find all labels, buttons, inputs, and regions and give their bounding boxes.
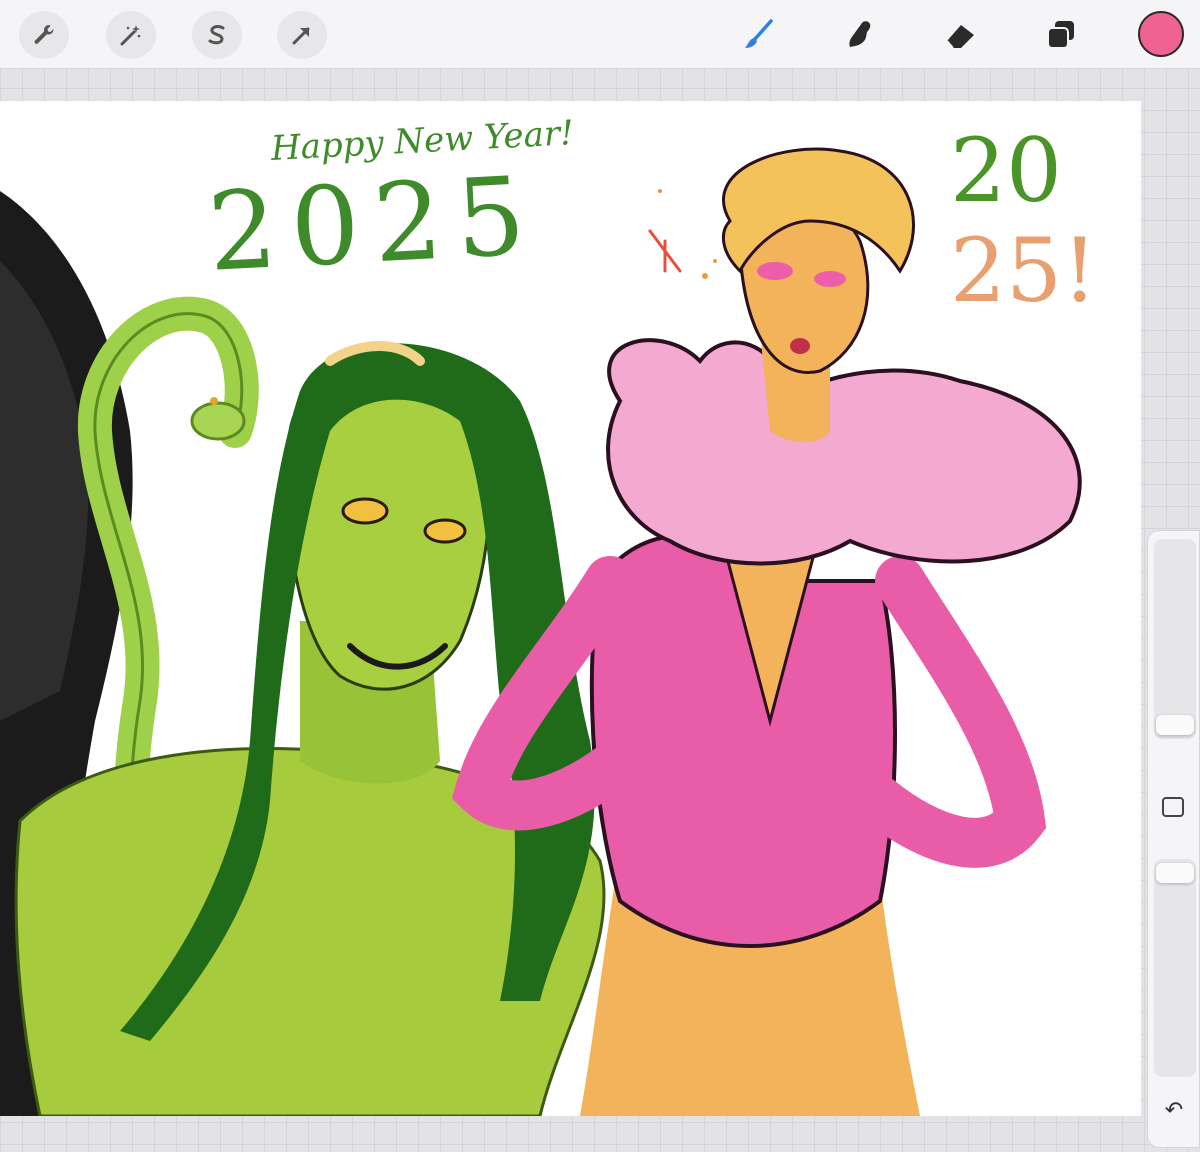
smudge-tool-button[interactable] [837,12,883,58]
selection-s-icon [208,25,225,45]
undo-arrow-icon[interactable]: ↶ [1158,1097,1190,1123]
year-split-top: 20 [950,119,1062,222]
eraser-tool-button[interactable] [938,12,984,58]
drawing-canvas[interactable]: Happy New Year! 2025 20 25! [0,101,1141,1116]
adjustments-button[interactable] [106,11,156,59]
layers-tool-button[interactable] [1038,12,1084,58]
color-swatch-button[interactable] [1138,11,1184,57]
transform-button[interactable] [277,11,327,59]
brush-size-slider[interactable] [1154,539,1196,739]
selection-button[interactable] [192,11,242,59]
pink-fur-collar [606,338,1082,566]
opacity-slider[interactable] [1154,859,1196,1077]
magic-wand-icon [120,25,141,46]
smudge-finger-icon [849,21,871,47]
snake-head [190,401,246,441]
eraser-icon [946,25,974,49]
brush-tool-button[interactable] [736,12,782,58]
actions-button[interactable] [19,11,69,59]
square-modify-icon[interactable] [1162,797,1184,817]
year-split-bottom: 25! [950,219,1098,322]
opacity-thumb[interactable] [1156,863,1194,883]
top-toolbar [0,0,1200,69]
layers-icon [1047,21,1074,49]
brush-size-thumb[interactable] [1156,715,1194,735]
year-text: 2025 [205,153,542,296]
side-slider-panel: ↶ [1147,530,1200,1148]
wrench-icon [34,25,54,44]
brush-icon [745,19,773,48]
arrow-cursor-icon [292,27,310,45]
